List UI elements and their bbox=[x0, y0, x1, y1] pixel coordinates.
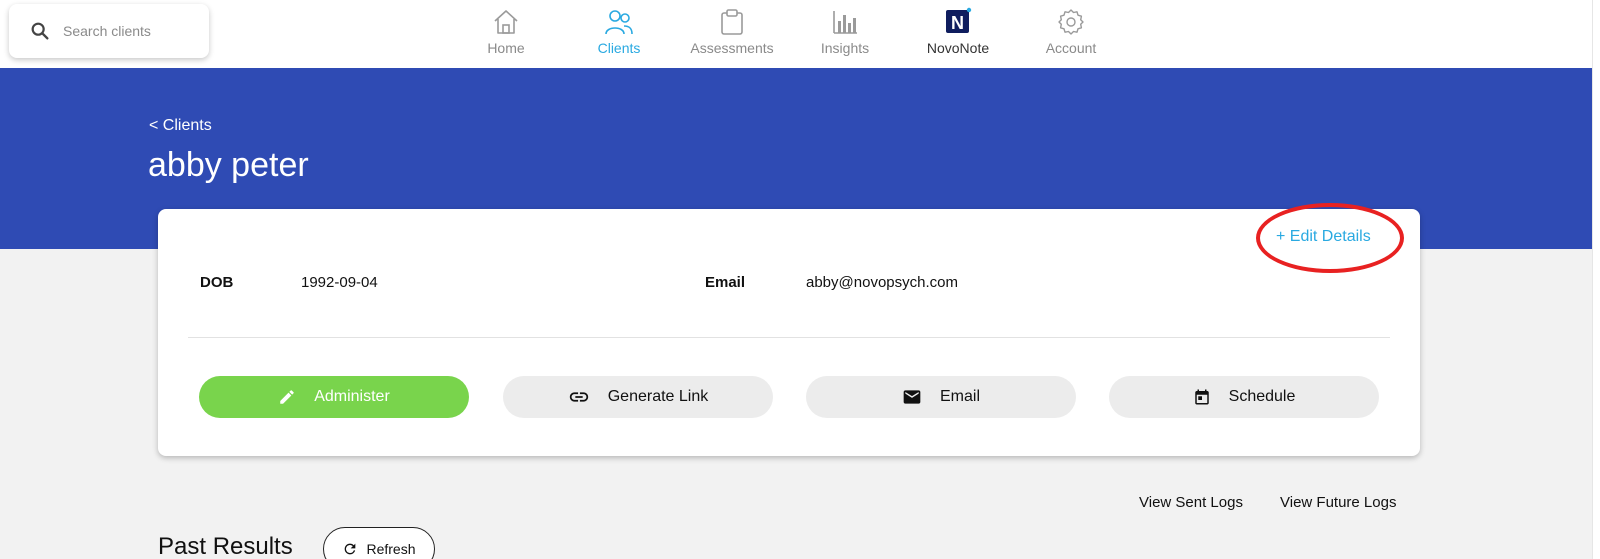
search-input[interactable] bbox=[63, 23, 193, 39]
administer-label: Administer bbox=[314, 388, 390, 405]
pencil-icon bbox=[280, 390, 294, 404]
people-icon bbox=[604, 6, 634, 36]
refresh-icon bbox=[345, 543, 356, 555]
administer-button[interactable]: Administer bbox=[199, 376, 469, 418]
email-button[interactable]: Email bbox=[806, 376, 1076, 418]
nav-label-account: Account bbox=[1045, 40, 1097, 56]
link-icon bbox=[569, 392, 588, 402]
nav-label-insights: Insights bbox=[820, 40, 870, 56]
novonote-letter: N bbox=[951, 13, 964, 33]
refresh-button[interactable]: Refresh bbox=[323, 527, 435, 559]
mail-icon bbox=[903, 390, 921, 404]
home-icon bbox=[492, 6, 520, 36]
search-icon bbox=[31, 22, 49, 40]
view-sent-logs-link[interactable]: View Sent Logs bbox=[1139, 494, 1243, 511]
schedule-label: Schedule bbox=[1228, 388, 1296, 405]
dob-value: 1992-09-04 bbox=[301, 274, 378, 291]
email-value: abby@novopsych.com bbox=[806, 274, 958, 291]
page-title: abby peter bbox=[148, 146, 309, 184]
nav-home[interactable]: Home bbox=[456, 6, 556, 60]
breadcrumb-clients[interactable]: < Clients bbox=[149, 117, 212, 135]
schedule-button[interactable]: Schedule bbox=[1109, 376, 1379, 418]
refresh-label: Refresh bbox=[366, 541, 416, 557]
highlight-circle-annotation bbox=[1256, 203, 1404, 273]
email-label: Email bbox=[705, 274, 746, 291]
nav-novonote[interactable]: N NovoNote bbox=[908, 6, 1008, 60]
nav-account[interactable]: Account bbox=[1021, 6, 1121, 60]
search-box[interactable] bbox=[9, 4, 209, 58]
email-button-label: Email bbox=[939, 388, 980, 405]
nav-clients[interactable]: Clients bbox=[569, 6, 669, 60]
nav-label-novonote: NovoNote bbox=[926, 40, 990, 56]
bar-chart-icon bbox=[831, 6, 859, 36]
nav-label-clients: Clients bbox=[597, 40, 641, 56]
dob-label: DOB bbox=[200, 274, 234, 291]
nav-label-home: Home bbox=[487, 40, 525, 56]
nav-insights[interactable]: Insights bbox=[795, 6, 895, 60]
view-future-logs-link[interactable]: View Future Logs bbox=[1280, 494, 1396, 511]
generate-link-button[interactable]: Generate Link bbox=[503, 376, 773, 418]
novonote-logo-icon: N bbox=[943, 6, 973, 36]
window-right-edge bbox=[1592, 0, 1600, 559]
calendar-icon bbox=[1194, 389, 1209, 405]
generate-link-label: Generate Link bbox=[607, 388, 709, 405]
past-results-title: Past Results bbox=[158, 533, 293, 559]
nav-label-assessments: Assessments bbox=[690, 40, 774, 56]
gear-icon bbox=[1057, 6, 1085, 36]
nav-assessments[interactable]: Assessments bbox=[682, 6, 782, 60]
card-divider bbox=[188, 337, 1390, 338]
clipboard-icon bbox=[719, 6, 745, 36]
client-details-card bbox=[158, 209, 1420, 456]
